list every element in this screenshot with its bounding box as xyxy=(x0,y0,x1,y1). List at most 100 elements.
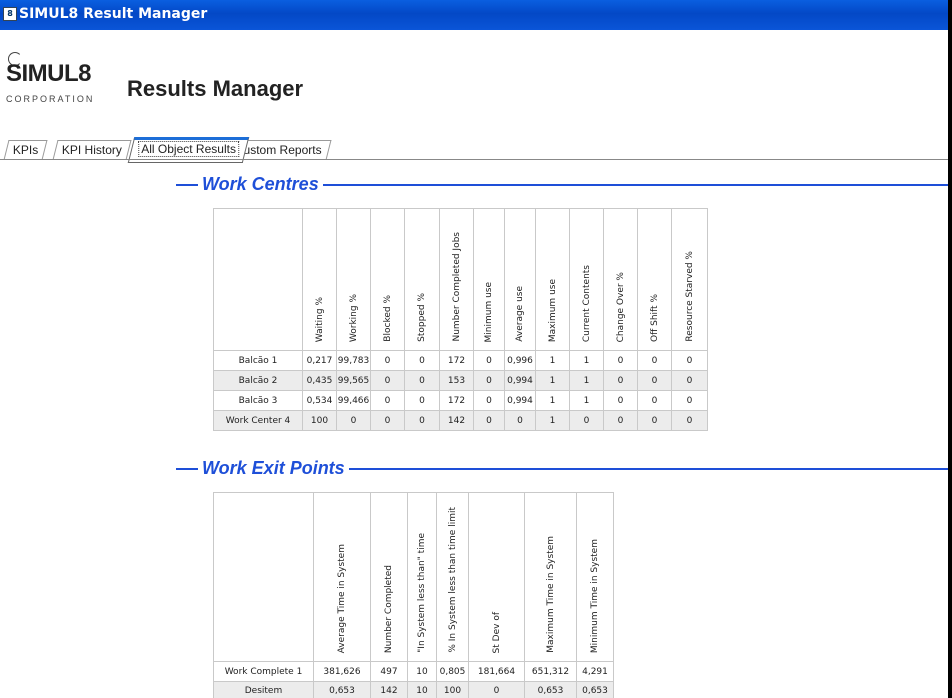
tab-kpis[interactable]: KPIs xyxy=(3,140,48,160)
table-cell: 0 xyxy=(404,350,440,371)
table-cell: 0,996 xyxy=(504,350,536,371)
table-cell: 0 xyxy=(603,370,638,391)
table-row: Work Center 4 100 0 0 0 142 0 0 1 0 0 0 … xyxy=(213,410,708,431)
column-header: St Dev of xyxy=(468,492,525,662)
table-cell: 0 xyxy=(637,390,672,411)
table-cell: 0,534 xyxy=(302,390,337,411)
table-cell: 0 xyxy=(603,390,638,411)
simul8-logo: SIMUL8 CORPORATION xyxy=(6,52,116,112)
row-label: Desitem xyxy=(213,681,314,698)
tab-bar: KPIs KPI History Custom Reports All Obje… xyxy=(0,136,948,163)
tab-kpi-history[interactable]: KPI History xyxy=(52,140,132,160)
table-cell: 651,312 xyxy=(524,661,577,682)
table-cell: 0 xyxy=(404,370,440,391)
table-cell: 100 xyxy=(302,410,337,431)
title-bar[interactable]: 8 SIMUL8 Result Manager xyxy=(0,0,948,30)
table-cell: 1 xyxy=(569,350,604,371)
column-header: "In System less than" time xyxy=(407,492,437,662)
table-cell: 0 xyxy=(637,350,672,371)
table-cell: 1 xyxy=(535,410,570,431)
column-header: Number Completed Jobs xyxy=(439,208,474,351)
column-header: Maximum use xyxy=(535,208,570,351)
column-header: Minimum use xyxy=(473,208,505,351)
table-cell: 0,217 xyxy=(302,350,337,371)
table-cell: 497 xyxy=(370,661,408,682)
column-header: Current Contents xyxy=(569,208,604,351)
column-header: Maximum Time in System xyxy=(524,492,577,662)
app-icon[interactable]: 8 xyxy=(3,7,17,21)
table-cell: 0 xyxy=(671,410,708,431)
table-cell: 0 xyxy=(637,410,672,431)
column-header: Stopped % xyxy=(404,208,440,351)
column-header: Average Time in System xyxy=(313,492,371,662)
table-row: Balcão 1 0,217 99,783 0 0 172 0 0,996 1 … xyxy=(213,350,708,371)
result-manager-window: 8 SIMUL8 Result Manager SIMUL8 CORPORATI… xyxy=(0,0,948,698)
column-header: Average use xyxy=(504,208,536,351)
table-cell: 0 xyxy=(671,370,708,391)
column-header: Working % xyxy=(336,208,371,351)
column-header: % In System less than time limit xyxy=(436,492,469,662)
table-cell: 0 xyxy=(671,350,708,371)
column-header: Blocked % xyxy=(370,208,405,351)
table-cell: 172 xyxy=(439,390,474,411)
table-cell: 0 xyxy=(504,410,536,431)
table-cell: 100 xyxy=(436,681,469,698)
table-row: Desitem 0,653 142 10 100 0 0,653 0,653 xyxy=(213,681,614,698)
table-cell: 0 xyxy=(370,370,405,391)
table-cell: 4,291 xyxy=(576,661,614,682)
table-header-row: Waiting % Working % Blocked % Stopped % … xyxy=(213,208,708,351)
table-cell: 153 xyxy=(439,370,474,391)
table-cell: 0 xyxy=(473,390,505,411)
page-title: Results Manager xyxy=(127,76,304,101)
table-cell: 0,994 xyxy=(504,370,536,391)
table-cell: 0 xyxy=(370,390,405,411)
corner-cell xyxy=(213,492,314,662)
logo-text: SIMUL8 xyxy=(6,60,92,87)
column-header: Minimum Time in System xyxy=(576,492,614,662)
table-cell: 0 xyxy=(671,390,708,411)
table-cell: 0 xyxy=(370,350,405,371)
corner-cell xyxy=(213,208,303,351)
table-cell: 0 xyxy=(370,410,405,431)
column-header: Resource Starved % xyxy=(671,208,708,351)
table-cell: 0,653 xyxy=(313,681,371,698)
work-centres-heading: Work Centres xyxy=(176,174,948,195)
table-cell: 0 xyxy=(473,350,505,371)
work-exit-points-heading: Work Exit Points xyxy=(176,458,948,479)
work-exit-points-table: Average Time in System Number Completed … xyxy=(213,492,614,698)
table-cell: 0 xyxy=(569,410,604,431)
column-header: Number Completed xyxy=(370,492,408,662)
table-cell: 172 xyxy=(439,350,474,371)
table-cell: 1 xyxy=(535,370,570,391)
table-cell: 0 xyxy=(603,410,638,431)
column-header: Waiting % xyxy=(302,208,337,351)
table-cell: 99,783 xyxy=(336,350,371,371)
table-cell: 99,565 xyxy=(336,370,371,391)
table-cell: 0 xyxy=(637,370,672,391)
table-cell: 0,653 xyxy=(524,681,577,698)
table-header-row: Average Time in System Number Completed … xyxy=(213,492,614,662)
table-cell: 10 xyxy=(407,681,437,698)
table-cell: 181,664 xyxy=(468,661,525,682)
table-cell: 10 xyxy=(407,661,437,682)
table-cell: 1 xyxy=(535,350,570,371)
table-cell: 0 xyxy=(603,350,638,371)
row-label: Work Complete 1 xyxy=(213,661,314,682)
table-cell: 0 xyxy=(404,410,440,431)
table-cell: 0,994 xyxy=(504,390,536,411)
column-header: Off Shift % xyxy=(637,208,672,351)
table-cell: 381,626 xyxy=(313,661,371,682)
work-centres-table: Waiting % Working % Blocked % Stopped % … xyxy=(213,208,708,431)
row-label: Work Center 4 xyxy=(213,410,303,431)
column-header: Change Over % xyxy=(603,208,638,351)
logo-subtitle: CORPORATION xyxy=(6,94,95,104)
table-cell: 0,435 xyxy=(302,370,337,391)
table-cell: 0 xyxy=(404,390,440,411)
table-cell: 0 xyxy=(473,410,505,431)
table-cell: 1 xyxy=(569,370,604,391)
table-cell: 99,466 xyxy=(336,390,371,411)
tab-divider xyxy=(0,159,948,160)
row-label: Balcão 1 xyxy=(213,350,303,371)
table-cell: 0 xyxy=(468,681,525,698)
table-cell: 0,805 xyxy=(436,661,469,682)
